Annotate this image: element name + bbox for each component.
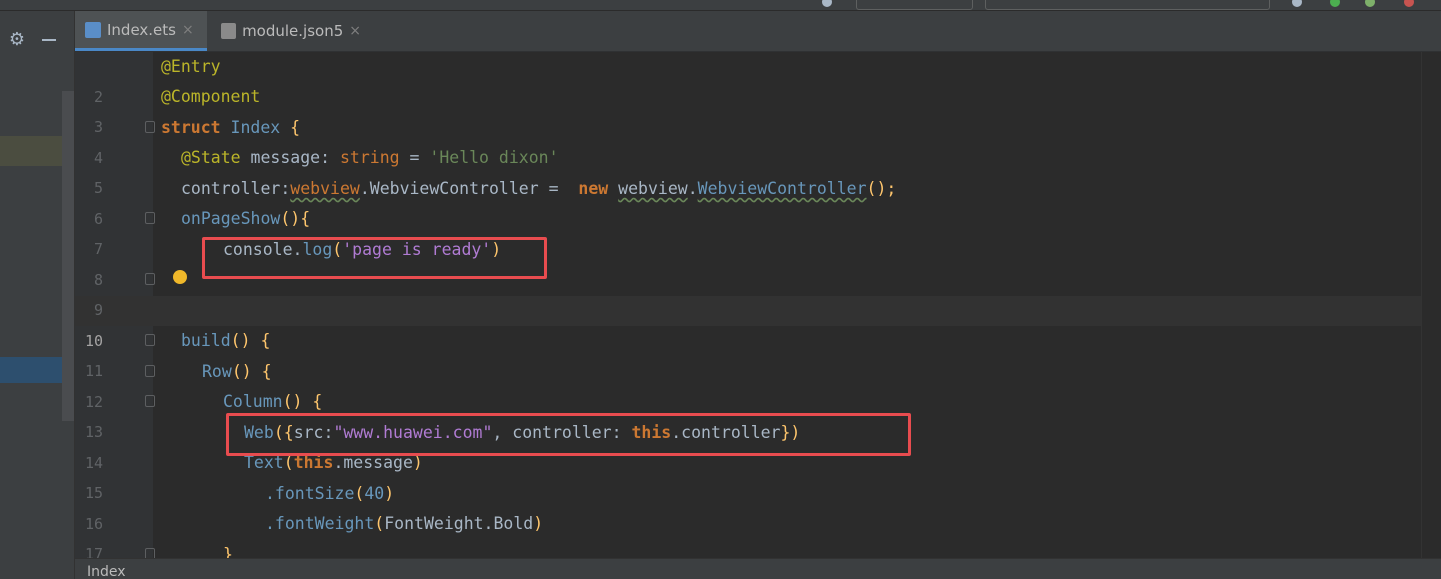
debug-icon[interactable]: [1365, 0, 1375, 7]
fold-icon[interactable]: [145, 273, 155, 285]
method-name: onPageShow: [181, 209, 281, 228]
sidebar-item-selected[interactable]: [0, 357, 62, 383]
breadcrumb-item[interactable]: Index: [87, 564, 126, 579]
type-name: string: [339, 148, 400, 167]
ide-window: ⚙ Index.ets × module.json5 × 2 @Entry 3 …: [0, 0, 1441, 579]
sidebar-scrollbar[interactable]: [62, 91, 74, 421]
code-line[interactable]: 17 .fontWeight(FontWeight.Bold): [75, 509, 1421, 558]
code-line[interactable]: 2 @Entry: [75, 52, 1421, 106]
highlight-box-web-component: [226, 413, 911, 456]
punctuation: () {: [230, 331, 271, 350]
type-name: WebviewController: [369, 179, 539, 198]
string-literal: 'Hello dixon': [429, 148, 559, 167]
fold-icon[interactable]: [145, 334, 155, 346]
punctuation: () {: [282, 392, 323, 411]
keyword: new: [578, 179, 609, 198]
code-line[interactable]: 3 @Component: [75, 82, 1421, 136]
run-icon[interactable]: [1330, 0, 1340, 7]
number-literal: 40: [364, 484, 385, 503]
punctuation: () {: [231, 362, 272, 381]
component-call: Column: [223, 392, 283, 411]
close-icon[interactable]: ×: [349, 23, 361, 39]
brace: {: [290, 118, 301, 137]
lightbulb-icon[interactable]: [173, 270, 187, 284]
device-selector[interactable]: [985, 0, 1270, 10]
punctuation: ): [384, 484, 395, 503]
method-name: .fontWeight: [265, 514, 375, 533]
identifier: FontWeight.Bold: [384, 514, 534, 533]
project-sidebar: ⚙: [0, 11, 75, 579]
state-decorator: @State: [181, 148, 241, 167]
code-line[interactable]: 7 onPageShow(){: [75, 204, 1421, 258]
fold-icon[interactable]: [145, 365, 155, 377]
code-line[interactable]: 6 controller:webview.WebviewController =…: [75, 174, 1421, 228]
struct-name: Index: [230, 118, 281, 137]
punctuation: (){: [280, 209, 311, 228]
back-arrow-icon[interactable]: [822, 0, 832, 7]
method-name: build: [181, 331, 231, 350]
close-icon[interactable]: ×: [182, 22, 194, 38]
component-call: Row: [202, 362, 232, 381]
identifier: message: [250, 148, 321, 167]
code-line-current[interactable]: 10: [75, 296, 1421, 350]
entry-decorator: @Entry: [161, 57, 221, 76]
brace: }: [223, 545, 233, 558]
minimize-icon[interactable]: [42, 39, 56, 41]
stop-icon[interactable]: [1404, 0, 1414, 7]
namespace: webview: [618, 179, 688, 198]
keyword: struct: [161, 118, 221, 137]
highlight-box-console-log: [202, 237, 547, 279]
punctuation: (: [374, 514, 385, 533]
punctuation: (: [354, 484, 365, 503]
editor-scrollbar[interactable]: [1421, 52, 1441, 558]
editor-tab-bar: Index.ets × module.json5 ×: [75, 11, 1441, 52]
namespace: webview: [290, 179, 360, 198]
type-name: WebviewController: [697, 179, 867, 198]
device-manager-icon[interactable]: [1292, 0, 1302, 7]
fold-icon[interactable]: [145, 121, 155, 133]
ets-file-icon: [85, 21, 101, 38]
settings-icon[interactable]: ⚙: [6, 29, 28, 51]
breadcrumb-bar: Index: [75, 558, 1441, 579]
identifier: controller:: [181, 179, 291, 198]
code-line[interactable]: 11 build() {: [75, 326, 1421, 380]
punctuation: .: [359, 179, 370, 198]
tab-label: Index.ets: [107, 20, 176, 39]
json-file-icon: [221, 23, 237, 39]
fold-icon[interactable]: [145, 395, 155, 407]
run-config-selector[interactable]: [856, 0, 973, 10]
tab-module-json5[interactable]: module.json5 ×: [211, 11, 371, 51]
main-toolbar: [0, 0, 1441, 11]
punctuation: ();: [866, 179, 897, 198]
code-line[interactable]: 16 .fontSize(40): [75, 479, 1421, 533]
code-line[interactable]: 4 struct Index {: [75, 113, 1421, 167]
method-name: .fontSize: [265, 484, 355, 503]
tab-index-ets[interactable]: Index.ets ×: [75, 11, 207, 51]
code-line[interactable]: 5 @State message: string = 'Hello dixon': [75, 143, 1421, 197]
component-decorator: @Component: [161, 87, 261, 106]
punctuation: :: [320, 148, 331, 167]
code-line[interactable]: 12 Row() {: [75, 357, 1421, 411]
code-line[interactable]: 18 }: [75, 540, 1421, 558]
fold-icon[interactable]: [145, 212, 155, 224]
punctuation: =: [409, 148, 420, 167]
sidebar-item-highlighted[interactable]: [0, 136, 62, 166]
punctuation: .: [687, 179, 698, 198]
fold-icon[interactable]: [145, 548, 155, 558]
code-editor[interactable]: 2 @Entry 3 @Component 4 struct Index { 5…: [75, 52, 1441, 558]
punctuation: =: [538, 179, 579, 198]
tab-label: module.json5: [242, 22, 344, 40]
punctuation: ): [533, 514, 544, 533]
